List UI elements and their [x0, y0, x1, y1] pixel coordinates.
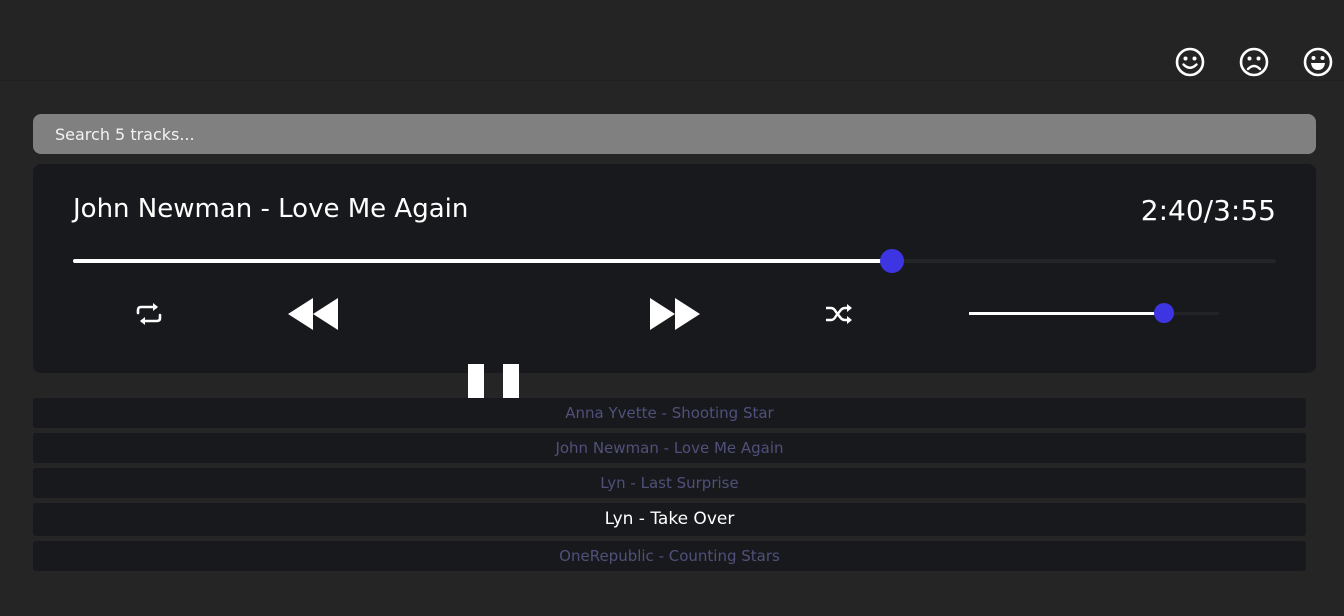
frown-icon[interactable] [1238, 46, 1270, 78]
grin-icon[interactable] [1302, 46, 1334, 78]
time-display: 2:40/3:55 [1141, 194, 1276, 227]
progress-fill [73, 259, 893, 263]
progress-bar[interactable] [73, 249, 1276, 273]
playlist-item[interactable]: John Newman - Love Me Again [33, 433, 1306, 463]
now-playing-title: John Newman - Love Me Again [73, 194, 469, 224]
repeat-icon[interactable] [134, 302, 164, 326]
time-separator: / [1203, 194, 1214, 227]
playlist-item[interactable]: OneRepublic - Counting Stars [33, 541, 1306, 571]
smile-icon[interactable] [1174, 46, 1206, 78]
fast-forward-icon[interactable] [649, 297, 701, 331]
progress-handle[interactable] [880, 249, 905, 273]
search-bar[interactable] [33, 114, 1316, 154]
volume-fill [969, 312, 1164, 315]
playlist-item[interactable]: Lyn - Last Surprise [33, 468, 1306, 498]
shuffle-icon[interactable] [825, 304, 853, 324]
main-panel: John Newman - Love Me Again 2:40/3:55 [0, 80, 1344, 616]
elapsed-time: 2:40 [1140, 194, 1204, 227]
playlist-item[interactable]: Lyn - Take Over [33, 503, 1306, 536]
volume-handle[interactable] [1154, 303, 1174, 323]
total-duration: 3:55 [1213, 194, 1276, 227]
top-bar [0, 0, 1344, 80]
playlist-item[interactable]: Anna Yvette - Shooting Star [33, 398, 1306, 428]
search-input[interactable] [53, 123, 1296, 145]
player-card: John Newman - Love Me Again 2:40/3:55 [33, 164, 1316, 424]
volume-slider[interactable] [969, 303, 1219, 323]
rewind-icon[interactable] [287, 297, 339, 331]
